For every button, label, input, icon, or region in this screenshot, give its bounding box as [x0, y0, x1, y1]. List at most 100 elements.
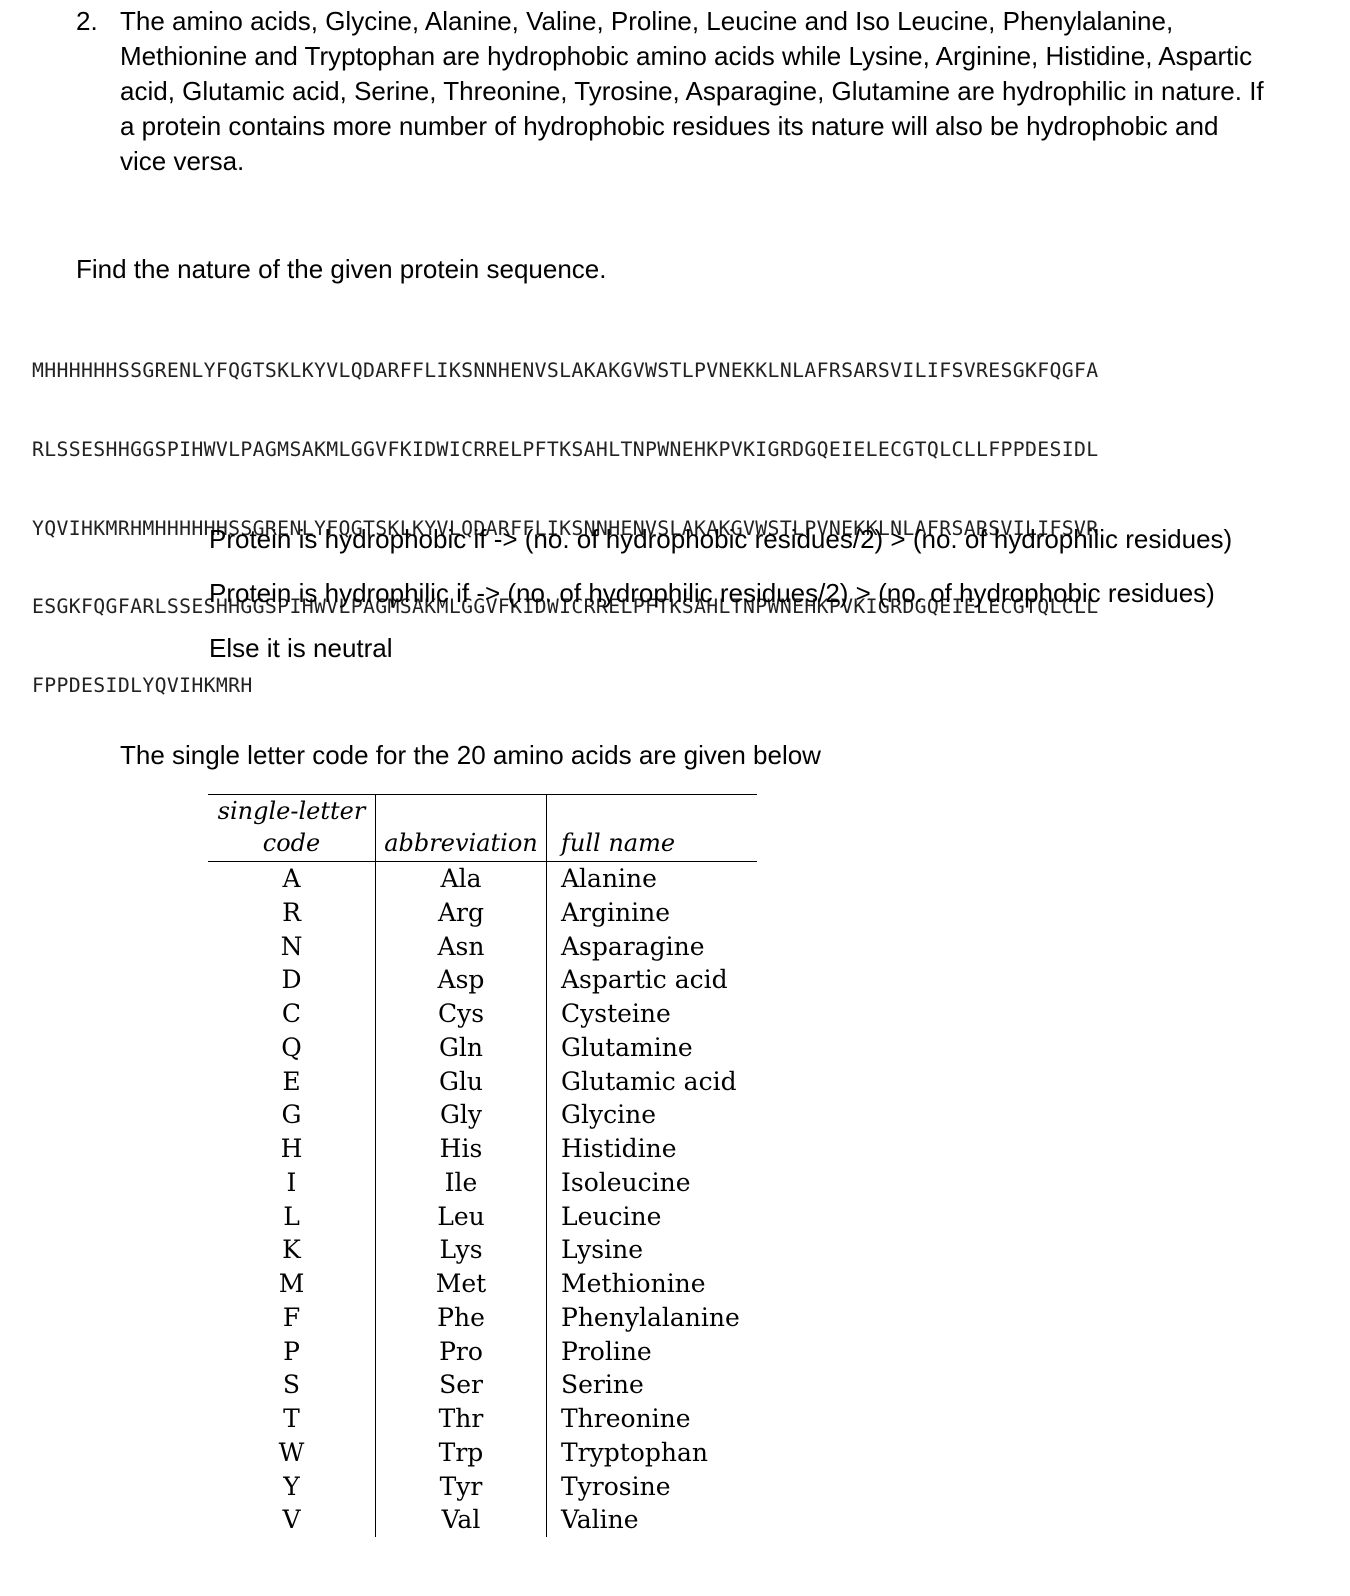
- cell-code: Q: [281, 1032, 302, 1062]
- cell-abbreviation: Ala: [375, 861, 547, 896]
- rule-neutral: Else it is neutral: [209, 633, 393, 663]
- protein-sequence: MHHHHHHSSGRENLYFQGTSKLKYVLQDARFFLIKSNNHE…: [32, 306, 1099, 725]
- rule-hydrophilic: Protein is hydrophilic if -> (no. of hyd…: [209, 578, 1215, 608]
- cell-full-name: Isoleucine: [546, 1165, 757, 1200]
- question-line: Methionine and Tryptophan are hydrophobi…: [120, 41, 1253, 71]
- cell-full-name: Methionine: [546, 1267, 757, 1301]
- cell-code: E: [282, 1066, 301, 1096]
- amino-acid-table: single-letter code abbreviation full nam…: [208, 794, 757, 1537]
- rule-hydrophobic: Protein is hydrophobic if -> (no. of hyd…: [209, 524, 1233, 554]
- cell-code: P: [283, 1336, 300, 1366]
- cell-abbreviation: Ile: [375, 1165, 547, 1200]
- cell-full-name: Alanine: [546, 861, 757, 896]
- header-abbreviation: abbreviation: [375, 794, 547, 862]
- cell-full-name: Histidine: [546, 1132, 757, 1166]
- cell-code: W: [278, 1437, 305, 1467]
- cell-full-name: Glutamic acid: [546, 1064, 757, 1099]
- cell-code: S: [282, 1370, 301, 1400]
- cell-code: H: [280, 1134, 303, 1163]
- cell-code: I: [286, 1167, 297, 1197]
- header-code-line2: code: [262, 829, 321, 857]
- table-row: V Val Valine: [208, 1503, 757, 1537]
- cell-code: G: [281, 1100, 302, 1130]
- table-row: S Ser Serine: [208, 1368, 757, 1402]
- header-code: single-letter code: [208, 794, 376, 862]
- cell-code: N: [280, 931, 303, 961]
- cell-abbreviation: Leu: [375, 1199, 547, 1234]
- question-text: The amino acids, Glycine, Alanine, Valin…: [120, 4, 1320, 179]
- header-full-name: full name: [546, 794, 757, 862]
- cell-full-name: Cysteine: [546, 997, 757, 1031]
- cell-abbreviation: Arg: [375, 895, 547, 930]
- cell-abbreviation: Ser: [375, 1368, 547, 1402]
- cell-abbreviation: Lys: [375, 1233, 547, 1267]
- table-row: M Met Methionine: [208, 1267, 757, 1301]
- cell-abbreviation: Tyr: [375, 1469, 547, 1504]
- cell-full-name: Tryptophan: [546, 1435, 757, 1470]
- cell-code: A: [282, 864, 301, 893]
- cell-abbreviation: Cys: [375, 997, 547, 1031]
- table-row: C Cys Cysteine: [208, 997, 757, 1031]
- cell-code: T: [283, 1404, 300, 1433]
- table-row: D Asp Aspartic acid: [208, 963, 757, 997]
- cell-full-name: Tyrosine: [546, 1469, 757, 1504]
- question-line: vice versa.: [120, 146, 245, 176]
- cell-abbreviation: Phe: [375, 1300, 547, 1335]
- cell-full-name: Proline: [546, 1334, 757, 1369]
- cell-code: C: [281, 999, 302, 1028]
- header-code-line1: single-letter: [217, 797, 366, 825]
- cell-full-name: Serine: [546, 1368, 757, 1402]
- table-row: K Lys Lysine: [208, 1233, 757, 1267]
- cell-code: D: [281, 965, 302, 995]
- table-header-row: single-letter code abbreviation full nam…: [208, 794, 757, 862]
- question-line: a protein contains more number of hydrop…: [120, 111, 1219, 141]
- sequence-line: FPPDESIDLYQVIHKMRH: [32, 673, 253, 697]
- table-row: N Asn Asparagine: [208, 929, 757, 964]
- cell-code: R: [282, 897, 301, 927]
- cell-abbreviation: His: [375, 1132, 547, 1166]
- cell-abbreviation: Met: [375, 1267, 547, 1301]
- cell-abbreviation: Asn: [375, 929, 547, 964]
- cell-code: L: [283, 1201, 300, 1231]
- cell-full-name: Glycine: [546, 1098, 757, 1132]
- cell-full-name: Leucine: [546, 1199, 757, 1234]
- cell-code: K: [282, 1235, 301, 1265]
- sequence-line: MHHHHHHSSGRENLYFQGTSKLKYVLQDARFFLIKSNNHE…: [32, 359, 1099, 383]
- cell-code: Y: [283, 1471, 300, 1501]
- table-row: L Leu Leucine: [208, 1199, 757, 1234]
- table-row: G Gly Glycine: [208, 1098, 757, 1132]
- cell-abbreviation: Glu: [375, 1064, 547, 1099]
- cell-abbreviation: Val: [375, 1503, 547, 1537]
- table-row: Q Gln Glutamine: [208, 1030, 757, 1065]
- cell-full-name: Lysine: [546, 1233, 757, 1267]
- question-number: 2.: [76, 6, 98, 36]
- cell-full-name: Valine: [546, 1503, 757, 1537]
- cell-abbreviation: Gln: [375, 1030, 547, 1065]
- table-row: I Ile Isoleucine: [208, 1165, 757, 1200]
- table-row: F Phe Phenylalanine: [208, 1300, 757, 1335]
- cell-full-name: Aspartic acid: [546, 963, 757, 997]
- cell-code: V: [282, 1505, 301, 1535]
- sequence-line: RLSSESHHGGSPIHWVLPAGMSAKMLGGVFKIDWICRREL…: [32, 438, 1099, 462]
- table-row: Y Tyr Tyrosine: [208, 1469, 757, 1504]
- cell-abbreviation: Thr: [375, 1402, 547, 1436]
- table-intro: The single letter code for the 20 amino …: [120, 740, 821, 770]
- table-body: A Ala Alanine R Arg Arginine N Asn Asparagine D As…: [208, 861, 757, 1537]
- cell-code: M: [278, 1269, 305, 1298]
- cell-full-name: Phenylalanine: [546, 1300, 757, 1335]
- table-row: R Arg Arginine: [208, 895, 757, 930]
- cell-full-name: Glutamine: [546, 1030, 757, 1065]
- table-row: H His Histidine: [208, 1132, 757, 1166]
- cell-code: F: [282, 1302, 301, 1332]
- cell-abbreviation: Trp: [375, 1435, 547, 1470]
- question-line: The amino acids, Glycine, Alanine, Valin…: [120, 6, 1174, 36]
- task-prompt: Find the nature of the given protein seq…: [76, 254, 607, 284]
- table-row: W Trp Tryptophan: [208, 1435, 757, 1470]
- table-row: P Pro Proline: [208, 1334, 757, 1369]
- cell-abbreviation: Pro: [375, 1334, 547, 1369]
- cell-full-name: Asparagine: [546, 929, 757, 964]
- table-row: E Glu Glutamic acid: [208, 1064, 757, 1099]
- table-row: T Thr Threonine: [208, 1402, 757, 1436]
- cell-abbreviation: Asp: [375, 963, 547, 997]
- table-row: A Ala Alanine: [208, 861, 757, 896]
